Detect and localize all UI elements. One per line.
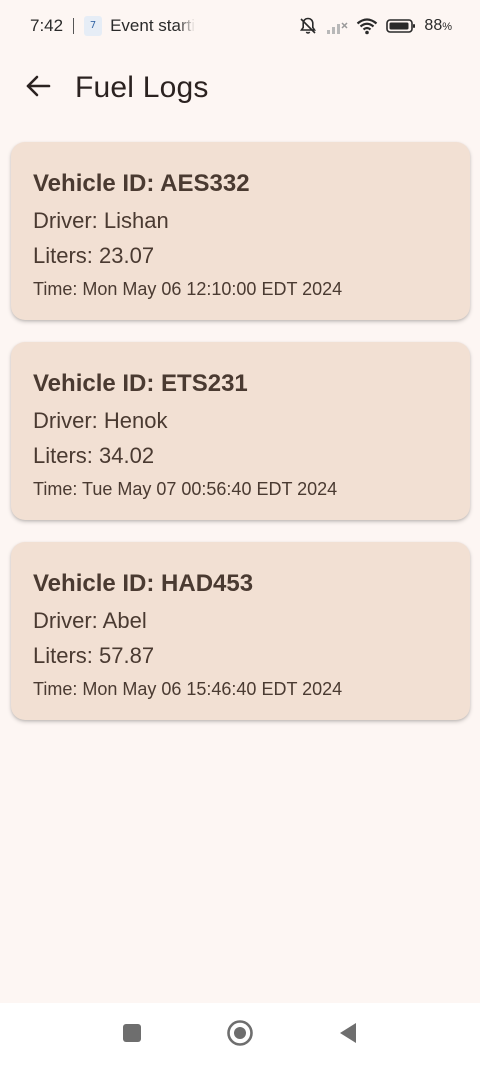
status-time: 7:42 <box>30 16 64 35</box>
time-text: Time: Mon May 06 12:10:00 EDT 2024 <box>33 279 343 299</box>
status-right: 88% <box>298 16 452 36</box>
system-nav-bar <box>0 1003 480 1067</box>
liters-text: Liters: 34.02 <box>33 443 155 468</box>
liters-text: Liters: 57.87 <box>33 643 155 668</box>
back-button[interactable] <box>14 64 62 112</box>
status-event-text: Event starti <box>110 16 196 35</box>
wifi-icon <box>356 17 378 35</box>
signal-bars-icon <box>326 17 348 35</box>
battery-icon <box>386 18 416 34</box>
battery-percent: 88% <box>424 17 452 35</box>
calendar-notification-icon: 7 <box>84 16 103 36</box>
fuel-log-card[interactable]: Vehicle ID: AES332 Driver: Lishan Liters… <box>11 142 470 320</box>
vehicle-id-text: Vehicle ID: AES332 <box>33 170 250 197</box>
time-text: Time: Tue May 07 00:56:40 EDT 2024 <box>33 479 338 499</box>
vehicle-id-text: Vehicle ID: ETS231 <box>33 370 248 397</box>
home-button[interactable] <box>218 1013 262 1057</box>
vehicle-id-text: Vehicle ID: HAD453 <box>33 570 254 597</box>
page-title: Fuel Logs <box>75 71 209 104</box>
status-bar: 7:42 7 Event starti 88% <box>0 0 480 52</box>
status-left: 7:42 7 Event starti <box>30 16 195 36</box>
status-divider <box>73 18 75 34</box>
fuel-log-card[interactable]: Vehicle ID: HAD453 Driver: Abel Liters: … <box>11 542 470 720</box>
arrow-left-icon <box>25 74 51 103</box>
triangle-back-icon <box>338 1022 358 1049</box>
driver-text: Driver: Henok <box>33 408 168 433</box>
square-icon <box>122 1023 142 1048</box>
driver-text: Driver: Lishan <box>33 208 169 233</box>
circle-icon <box>226 1019 254 1052</box>
battery-suffix: % <box>442 21 452 33</box>
system-back-button[interactable] <box>326 1013 370 1057</box>
app-bar: Fuel Logs <box>0 56 480 120</box>
liters-text: Liters: 23.07 <box>33 243 155 268</box>
fuel-log-card[interactable]: Vehicle ID: ETS231 Driver: Henok Liters:… <box>11 342 470 520</box>
driver-text: Driver: Abel <box>33 608 147 633</box>
fuel-log-list: Vehicle ID: AES332 Driver: Lishan Liters… <box>11 142 470 742</box>
battery-value: 88 <box>424 17 443 34</box>
recents-button[interactable] <box>110 1013 154 1057</box>
bell-off-icon <box>298 16 318 36</box>
time-text: Time: Mon May 06 15:46:40 EDT 2024 <box>33 679 343 699</box>
